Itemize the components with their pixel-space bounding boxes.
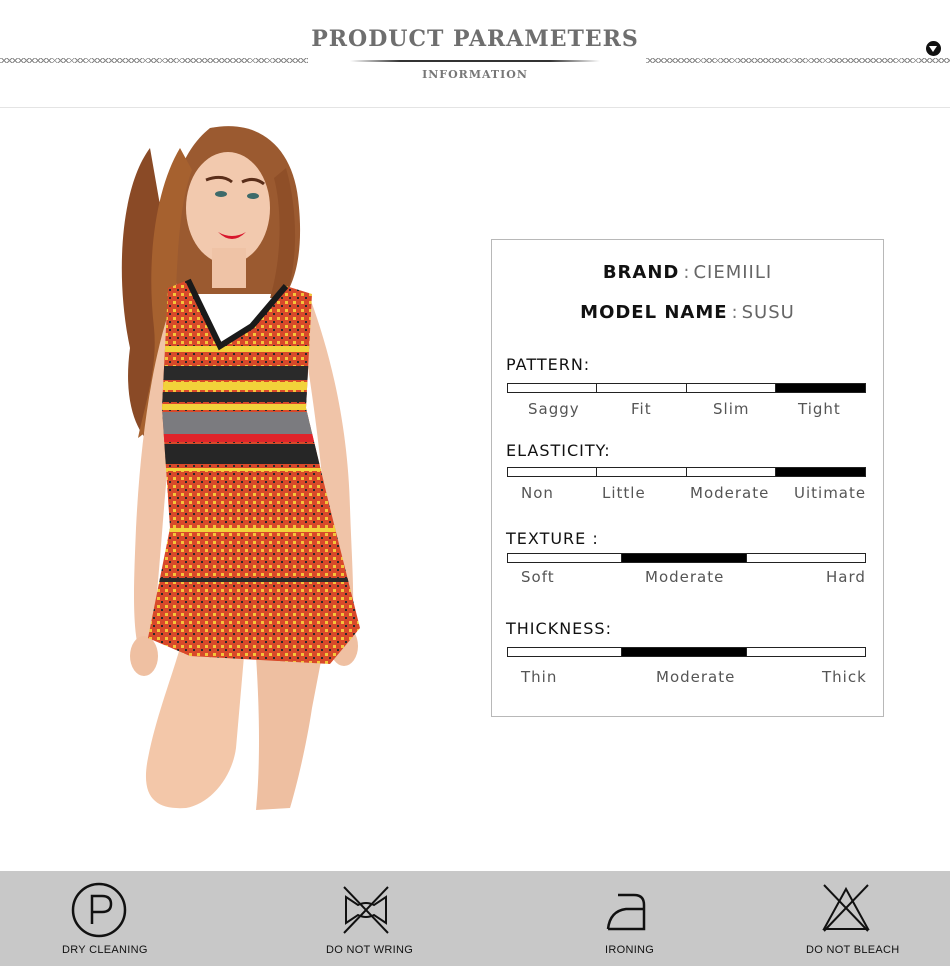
thickness-options: Thin Moderate Thick: [507, 668, 866, 688]
page-title: PRODUCT PARAMETERS: [311, 26, 639, 52]
dry-clean-p-icon: [71, 882, 127, 938]
pattern-option: Tight: [798, 400, 841, 418]
texture-label: TEXTURE :: [506, 529, 599, 548]
care-label: DO NOT BLEACH: [806, 944, 900, 956]
care-instructions-bar: DRY CLEANING DO NOT WRING IRONING DO NOT…: [0, 871, 950, 966]
do-not-bleach-icon: [822, 884, 870, 932]
elasticity-option: Moderate: [690, 484, 770, 502]
pattern-seg-tight: [775, 384, 865, 392]
care-item-dry-cleaning: DRY CLEANING: [60, 871, 160, 966]
elasticity-scale: [507, 467, 866, 477]
thickness-option: Thin: [521, 668, 558, 686]
brand-value: CIEMIILI: [693, 262, 773, 283]
elasticity-option: Uitimate: [794, 484, 867, 502]
texture-option: Hard: [826, 568, 866, 586]
thickness-scale: [507, 647, 866, 657]
iron-icon: [606, 893, 646, 931]
do-not-wring-icon: [343, 886, 389, 934]
zigzag-divider-right: [646, 58, 950, 63]
chevron-down-icon[interactable]: [926, 41, 941, 56]
elasticity-seg-ultimate: [775, 468, 865, 476]
title-underline: [350, 60, 600, 62]
pattern-option: Saggy: [528, 400, 580, 418]
texture-seg-moderate: [622, 554, 748, 562]
elasticity-option: Non: [521, 484, 554, 502]
elasticity-seg-non: [508, 468, 598, 476]
pattern-scale: [507, 383, 866, 393]
elasticity-options: Non Little Moderate Uitimate: [507, 484, 866, 504]
model-photo: [60, 108, 390, 810]
section-header: PRODUCT PARAMETERS INFORMATION: [0, 0, 950, 108]
elasticity-seg-moderate: [686, 468, 776, 476]
brand-row: BRAND: CIEMIILI: [492, 262, 883, 283]
texture-scale: [507, 553, 866, 563]
thickness-seg-thin: [508, 648, 623, 656]
pattern-option: Slim: [713, 400, 750, 418]
care-label: DO NOT WRING: [326, 944, 414, 956]
thickness-option: Thick: [822, 668, 867, 686]
page-subtitle: INFORMATION: [422, 68, 528, 81]
elasticity-label: ELASTICITY:: [506, 441, 611, 460]
thickness-option: Moderate: [656, 668, 736, 686]
pattern-seg-slim: [686, 384, 776, 392]
care-item-ironing: IRONING: [600, 871, 680, 966]
care-label: DRY CLEANING: [62, 944, 148, 956]
elasticity-seg-little: [597, 468, 687, 476]
model-separator: :: [731, 302, 738, 323]
model-value: SUSU: [741, 302, 795, 323]
brand-label: BRAND: [602, 262, 680, 283]
elasticity-option: Little: [602, 484, 646, 502]
pattern-seg-fit: [597, 384, 687, 392]
texture-options: Soft Moderate Hard: [507, 568, 866, 588]
care-item-do-not-wring: DO NOT WRING: [326, 871, 426, 966]
texture-option: Soft: [521, 568, 555, 586]
texture-seg-hard: [747, 554, 865, 562]
texture-seg-soft: [508, 554, 623, 562]
thickness-seg-moderate: [622, 648, 748, 656]
thickness-seg-thick: [747, 648, 865, 656]
care-label: IRONING: [605, 944, 655, 956]
zigzag-divider-left: [0, 58, 308, 63]
pattern-seg-saggy: [508, 384, 598, 392]
care-item-do-not-bleach: DO NOT BLEACH: [806, 871, 906, 966]
pattern-label: PATTERN:: [506, 355, 591, 374]
texture-option: Moderate: [645, 568, 725, 586]
model-row: MODEL NAME: SUSU: [492, 302, 883, 323]
thickness-label: THICKNESS:: [506, 619, 612, 638]
parameters-panel: BRAND: CIEMIILI MODEL NAME: SUSU PATTERN: …: [491, 239, 884, 717]
brand-separator: :: [683, 262, 690, 283]
model-label: MODEL NAME: [580, 302, 728, 323]
pattern-options: Saggy Fit Slim Tight: [507, 400, 866, 420]
pattern-option: Fit: [631, 400, 652, 418]
